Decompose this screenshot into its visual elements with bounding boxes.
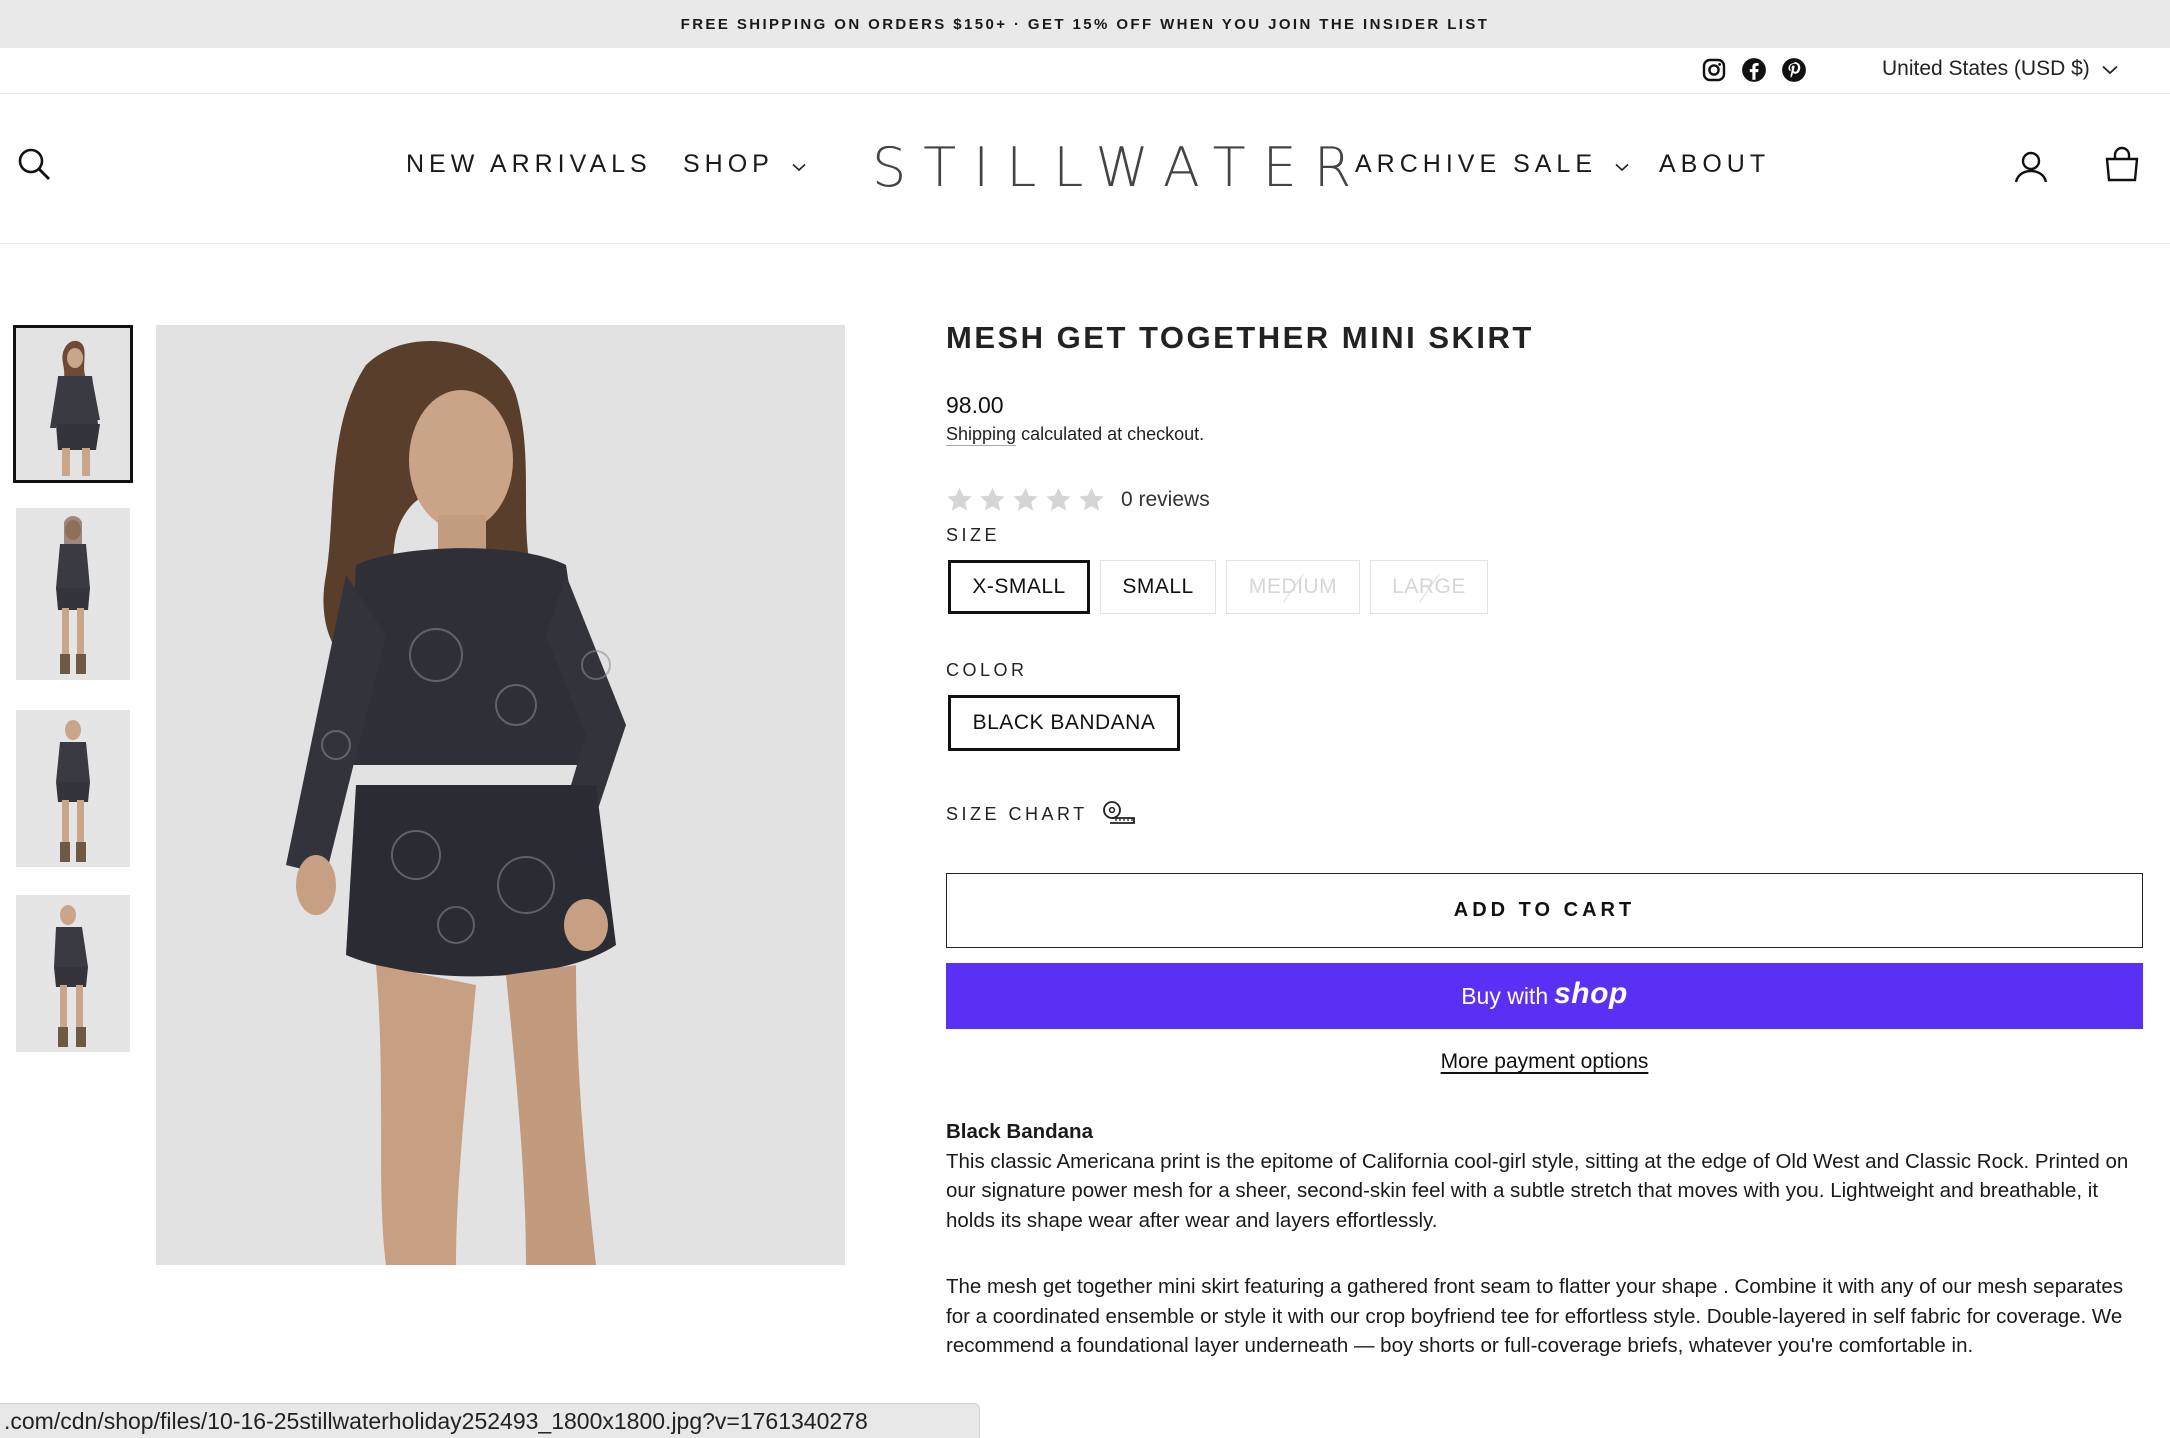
product-description: Black Bandana This classic Americana pri…	[946, 1117, 2146, 1361]
size-option-large[interactable]: LARGE	[1370, 560, 1488, 614]
size-option-label: SMALL	[1122, 575, 1194, 598]
size-option-small[interactable]: SMALL	[1100, 560, 1216, 614]
brand-logo-text: STILLWATER	[872, 136, 1369, 199]
main-navigation: NEW ARRIVALS SHOP STILLWATER ARCHIVE SAL…	[0, 94, 2170, 244]
star-icon	[1046, 487, 1071, 511]
buy-with-shop-button[interactable]: Buy with shop	[946, 963, 2143, 1029]
facebook-icon[interactable]	[1740, 56, 1768, 84]
size-option-label: LARGE	[1392, 575, 1466, 598]
star-icon	[947, 487, 972, 511]
pinterest-icon[interactable]	[1780, 56, 1808, 84]
instagram-icon[interactable]	[1700, 56, 1728, 84]
browser-status-bar: .com/cdn/shop/files/10-16-25stillwaterho…	[0, 1403, 980, 1438]
star-icon	[1013, 487, 1038, 511]
rating-widget[interactable]: 0 reviews	[946, 486, 1210, 513]
product-title: MESH GET TOGETHER MINI SKIRT	[946, 320, 1534, 355]
size-option-medium[interactable]: MEDIUM	[1226, 560, 1360, 614]
chevron-down-icon	[1615, 150, 1629, 179]
product-main-image[interactable]	[156, 325, 845, 1265]
reviews-count: 0 reviews	[1121, 487, 1210, 511]
social-links	[1700, 56, 1808, 84]
color-option-black-bandana[interactable]: BLACK BANDANA	[948, 695, 1180, 751]
thumbnail-3[interactable]	[16, 710, 130, 867]
buy-with-label: Buy with	[1461, 982, 1549, 1009]
brand-logo[interactable]: STILLWATER	[872, 136, 1368, 199]
add-to-cart-label: ADD TO CART	[1453, 899, 1636, 921]
announcement-bar: FREE SHIPPING ON ORDERS $150+ · GET 15% …	[0, 0, 2170, 48]
nav-about[interactable]: ABOUT	[1659, 150, 1770, 179]
more-payment-options-link[interactable]: More payment options	[946, 1050, 2143, 1074]
currency-selector[interactable]: United States (USD $)	[1882, 57, 2118, 81]
chevron-down-icon	[2102, 57, 2118, 81]
thumbnail-2[interactable]	[16, 508, 130, 680]
description-paragraph-2: The mesh get together mini skirt featuri…	[946, 1275, 2124, 1357]
measuring-tape-icon	[1102, 800, 1136, 829]
description-paragraph-1: This classic Americana print is the epit…	[946, 1149, 2129, 1232]
size-chart-link[interactable]: SIZE CHART	[946, 800, 1136, 829]
nav-archive-sale-label: ARCHIVE SALE	[1355, 150, 1598, 178]
nav-archive-sale[interactable]: ARCHIVE SALE	[1355, 150, 1629, 179]
size-label: SIZE	[946, 525, 1001, 545]
add-to-cart-button[interactable]: ADD TO CART	[946, 873, 2143, 948]
size-option-label: X-SMALL	[972, 575, 1066, 598]
account-icon[interactable]	[2014, 150, 2050, 186]
description-title: Black Bandana	[946, 1120, 1093, 1143]
utility-bar: United States (USD $)	[0, 48, 2170, 94]
size-option-label: MEDIUM	[1248, 575, 1338, 598]
shop-pay-logo: shop	[1554, 977, 1628, 1010]
thumbnail-1[interactable]	[13, 325, 133, 483]
nav-shop-label: SHOP	[683, 150, 774, 178]
size-option-x-small[interactable]: X-SMALL	[948, 560, 1090, 614]
star-icon	[980, 487, 1005, 511]
nav-about-label: ABOUT	[1659, 150, 1771, 178]
currency-label: United States (USD $)	[1882, 57, 2090, 80]
search-icon[interactable]	[16, 146, 54, 184]
size-options: X-SMALL SMALL MEDIUM LARGE	[948, 560, 1488, 614]
cart-icon[interactable]	[2104, 146, 2142, 184]
status-url: .com/cdn/shop/files/10-16-25stillwaterho…	[4, 1407, 868, 1434]
announcement-text: FREE SHIPPING ON ORDERS $150+ · GET 15% …	[680, 15, 1490, 33]
shipping-note: Shipping calculated at checkout.	[946, 424, 1204, 445]
thumbnail-4[interactable]	[16, 895, 130, 1052]
shipping-link[interactable]: Shipping	[946, 424, 1016, 444]
size-chart-label: SIZE CHART	[946, 804, 1088, 824]
shipping-note-text: calculated at checkout.	[1016, 424, 1205, 444]
color-option-label: BLACK BANDANA	[972, 711, 1156, 734]
color-label: COLOR	[946, 660, 1028, 680]
more-payment-options-label: More payment options	[1440, 1050, 1649, 1073]
product-price: 98.00	[946, 392, 1004, 418]
nav-new-arrivals[interactable]: NEW ARRIVALS	[406, 150, 652, 179]
nav-shop[interactable]: SHOP	[683, 150, 806, 179]
nav-new-arrivals-label: NEW ARRIVALS	[406, 150, 652, 178]
chevron-down-icon	[792, 150, 806, 179]
star-icon	[1079, 487, 1104, 511]
